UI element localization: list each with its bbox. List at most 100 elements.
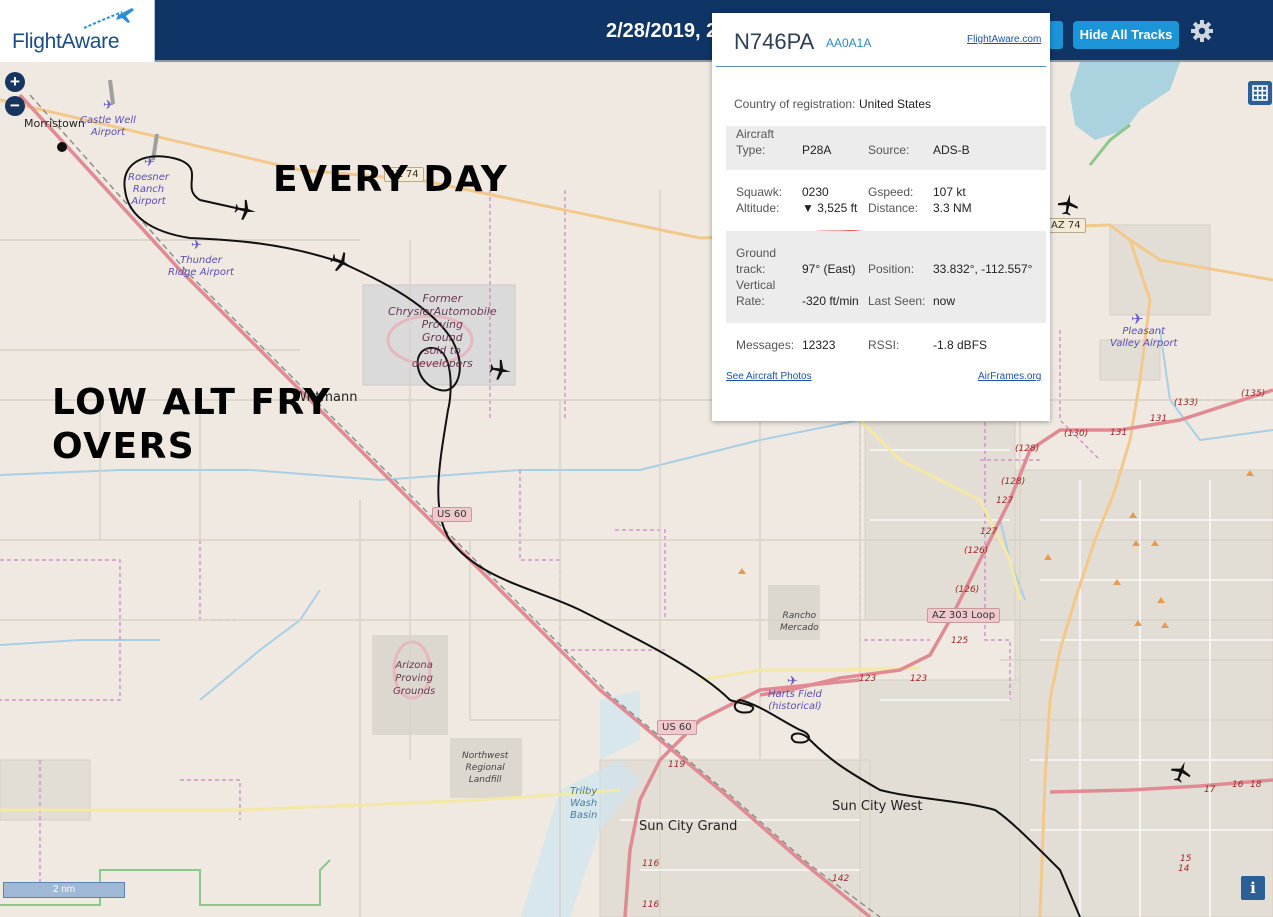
label-line: Ranch <box>132 184 165 195</box>
road-marker: (128) <box>1001 477 1026 487</box>
label-chrysler-proving-ground: Former ChryslerAutomobile Proving Ground… <box>388 292 497 370</box>
annotation-every-day: EVERY DAY <box>273 159 509 200</box>
messages-row: Messages: 12323 RSSI: -1.8 dBFS <box>712 337 1050 357</box>
gspeed-label: Gspeed: <box>868 185 914 199</box>
aircraft-info-popup: N746PA AA0A1A FlightAware.com Country of… <box>712 13 1050 421</box>
label-line: Valley Airport <box>1110 338 1178 349</box>
ground-track-label-1: Ground <box>736 246 777 260</box>
last-seen-value: now <box>933 294 956 308</box>
road-marker: 123 <box>859 674 877 684</box>
road-marker: 142 <box>832 874 850 884</box>
road-marker: (126) <box>955 585 980 595</box>
shield-us60: US 60 <box>657 720 697 735</box>
annotation-low-alt-flyovers: LOW ALT FRY OVERS <box>52 381 331 469</box>
aircraft-icon-4[interactable] <box>1054 191 1082 219</box>
road-marker: 16 <box>1232 780 1244 790</box>
country-label: Country of registration: <box>734 97 856 111</box>
source-value: ADS-B <box>933 143 970 157</box>
flightaware-logo[interactable]: FlightAware <box>0 0 155 62</box>
road-marker: 127 <box>980 527 998 537</box>
vertical-rate-label-1: Vertical <box>736 278 776 292</box>
airport-icon: ✈ <box>787 674 798 689</box>
label-line: Thunder <box>180 255 222 266</box>
road-marker: (135) <box>1241 389 1266 399</box>
road-marker: 119 <box>668 760 686 770</box>
vertical-rate-value: -320 ft/min <box>802 294 859 308</box>
zoom-in-button[interactable]: + <box>5 72 25 92</box>
country-value: United States <box>859 97 932 111</box>
zoom-out-button[interactable]: − <box>5 96 25 116</box>
squawk-value: 0230 <box>802 185 829 199</box>
road-marker: 131 <box>1150 414 1168 424</box>
country-row: Country of registration: United States <box>712 96 1050 116</box>
road-marker: 116 <box>642 859 660 869</box>
position-value: 33.832°, -112.557° <box>933 262 1033 276</box>
aircraft-type-label-2: Type: <box>736 143 766 157</box>
altitude-label: Altitude: <box>736 201 780 215</box>
label-sun-city-west: Sun City West <box>832 799 923 814</box>
label-arizona-proving-grounds: Arizona Proving Grounds <box>393 659 435 698</box>
label-line: Trilby <box>570 786 598 797</box>
flightaware-link[interactable]: FlightAware.com <box>967 34 1041 45</box>
road-marker: 15 <box>1180 854 1192 864</box>
airport-icon: ✈ <box>144 155 155 170</box>
messages-value: 12323 <box>802 338 836 352</box>
last-seen-label: Last Seen: <box>868 294 926 308</box>
road-marker: 127 <box>996 496 1014 506</box>
top-header-bar: FlightAware 2/28/2019, 2 Hide All Tracks <box>0 0 1273 62</box>
label-line: Arizona <box>395 660 433 671</box>
road-marker: (130) <box>1064 429 1089 439</box>
road-marker: (133) <box>1174 398 1199 408</box>
see-aircraft-photos-link[interactable]: See Aircraft Photos <box>726 371 812 382</box>
shield-az303-loop: AZ 303 Loop <box>927 608 1001 623</box>
road-marker: 116 <box>642 900 660 910</box>
label-line: Airport <box>90 127 126 138</box>
label-line: Pleasant <box>1122 326 1166 337</box>
track-row: Ground track: 97° (East) Position: 33.83… <box>726 231 1046 323</box>
rssi-value: -1.8 dBFS <box>933 338 988 352</box>
label-line: Castle Well <box>80 115 136 126</box>
header-date: 2/28/2019, 2 <box>606 20 718 42</box>
label-harts-field: Harts Field (historical) <box>768 689 822 713</box>
label-rancho-mercado: Rancho Mercado <box>780 610 819 634</box>
label-line: developers <box>411 357 473 370</box>
flight-tracker-app: { "header": { "logo_text": "FlightAware"… <box>0 0 1273 917</box>
label-line: (historical) <box>768 701 822 712</box>
road-marker: (126) <box>964 546 989 556</box>
road-marker: 123 <box>910 674 928 684</box>
shield-us60: US 60 <box>432 507 472 522</box>
label-thunder-ridge-airport: Thunder Ridge Airport <box>168 255 234 279</box>
label-line: Ridge Airport <box>168 267 234 278</box>
road-marker: (128) <box>1015 444 1040 454</box>
map-base-layer <box>0 62 1273 917</box>
label-line: ChryslerAutomobile <box>388 305 497 318</box>
label-pleasant-valley-airport: Pleasant Valley Airport <box>1110 326 1177 350</box>
airframes-link[interactable]: AirFrames.org <box>978 371 1041 382</box>
ground-track-label-2: track: <box>736 262 766 276</box>
popup-divider <box>716 66 1046 67</box>
road-marker: 18 <box>1250 780 1262 790</box>
popup-hex-code[interactable]: AA0A1A <box>826 36 871 50</box>
vertical-rate-label-2: Rate: <box>736 294 765 308</box>
aircraft-type-label-1: Aircraft <box>736 127 775 141</box>
rssi-label: RSSI: <box>868 338 900 352</box>
road-marker: 131 <box>1110 428 1128 438</box>
distance-value: 3.3 NM <box>933 201 972 215</box>
label-line: Proving <box>421 318 463 331</box>
aircraft-type-value: P28A <box>802 143 832 157</box>
label-line: Basin <box>570 810 598 821</box>
layers-grid-icon[interactable] <box>1248 81 1272 105</box>
hide-all-tracks-button[interactable]: Hide All Tracks <box>1073 21 1179 49</box>
squawk-label: Squawk: <box>736 185 783 199</box>
aircraft-icon-1[interactable] <box>231 196 259 224</box>
popup-registration[interactable]: N746PA <box>734 29 814 55</box>
aircraft-type-row: Aircraft Type: P28A Source: ADS-B <box>726 126 1046 170</box>
label-line: Grounds <box>393 686 436 697</box>
label-line: Regional <box>465 763 505 773</box>
map-canvas[interactable]: ✈ ✈ ✈ ✈ ✈ Morristown Castle Well Airport… <box>0 62 1273 917</box>
label-castle-well-airport: Castle Well Airport <box>80 115 136 139</box>
ground-track-value: 97° (East) <box>802 262 856 276</box>
info-button[interactable]: i <box>1241 876 1265 900</box>
gear-icon[interactable] <box>1190 19 1214 43</box>
label-line: Northwest <box>462 751 509 761</box>
